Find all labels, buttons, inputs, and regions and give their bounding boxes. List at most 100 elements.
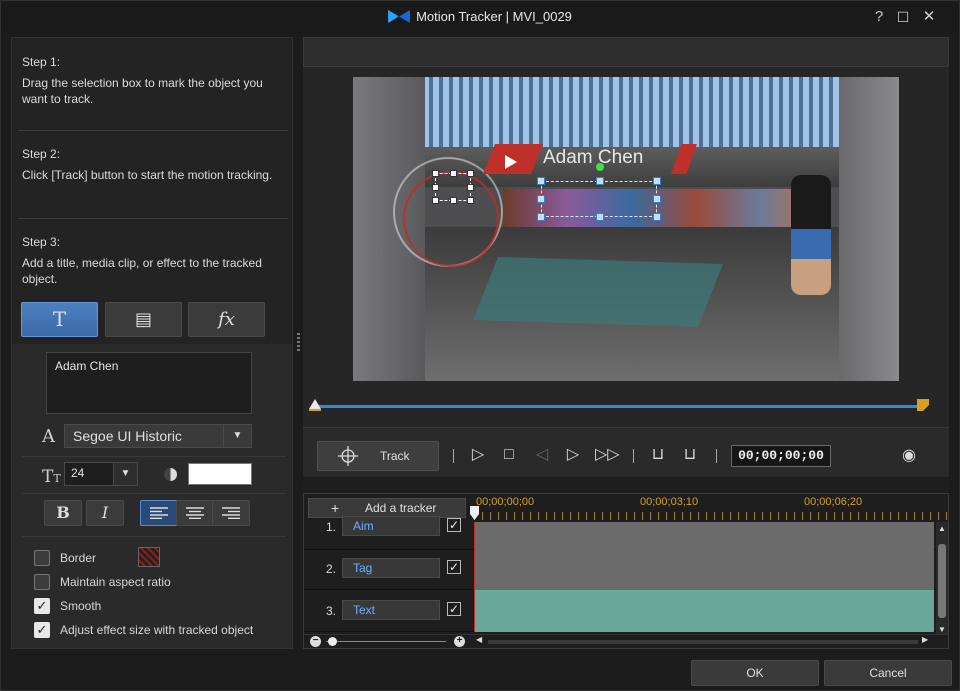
media-clip-tab-button[interactable]: ▤: [105, 302, 182, 337]
chevron-down-icon[interactable]: ▼: [223, 425, 251, 447]
align-left-button[interactable]: [140, 500, 178, 526]
text-color-swatch[interactable]: [188, 463, 252, 485]
preview-view-icon[interactable]: ◉: [897, 445, 921, 465]
divider: [716, 449, 717, 463]
help-button[interactable]: ?: [869, 7, 889, 27]
scroll-up-icon[interactable]: ▲: [938, 524, 946, 533]
zoom-slider[interactable]: [326, 641, 446, 642]
tracker-name[interactable]: Text: [342, 600, 440, 620]
resize-handle[interactable]: [537, 213, 545, 221]
resize-handle[interactable]: [596, 213, 604, 221]
timeline-vertical-scrollbar[interactable]: ▲ ▼: [936, 522, 948, 634]
fast-forward-icon[interactable]: ▷▷: [595, 444, 620, 466]
tracker-clip[interactable]: [474, 550, 934, 590]
scroll-thumb[interactable]: [938, 544, 946, 618]
tracker-name[interactable]: Aim: [342, 516, 440, 536]
video-scene: [423, 77, 893, 151]
border-label: Border: [60, 551, 97, 565]
font-size-select[interactable]: 24 ▼: [64, 462, 138, 486]
maintain-aspect-checkbox[interactable]: [34, 574, 50, 590]
resize-handle[interactable]: [596, 177, 604, 185]
maximize-button[interactable]: ☐: [893, 7, 913, 27]
italic-button[interactable]: I: [86, 500, 124, 526]
previous-frame-icon[interactable]: ◁: [531, 444, 553, 466]
tracking-selection-box[interactable]: [432, 170, 474, 204]
resize-handle[interactable]: [653, 195, 661, 203]
playback-controls: Track ▷ □ ◁ ▷ ▷▷ ⊔ ⊔ 00;00;00;00 ◉: [303, 427, 949, 477]
title-settings: Adam Chen A Segoe UI Historic ▼ TT 24 ▼ …: [12, 344, 292, 648]
resize-handle[interactable]: [537, 195, 545, 203]
next-frame-icon[interactable]: ▷: [562, 444, 584, 466]
align-center-icon: [186, 507, 204, 519]
tracker-clip[interactable]: [474, 522, 934, 550]
preview-range-slider[interactable]: [313, 405, 925, 408]
align-center-button[interactable]: [176, 500, 214, 526]
title-tab-button[interactable]: T: [21, 302, 98, 337]
title-selection-box[interactable]: [537, 177, 661, 221]
effect-tab-button[interactable]: fx: [188, 302, 265, 337]
resize-handle[interactable]: [450, 197, 457, 204]
resize-handle[interactable]: [432, 184, 439, 191]
track-button[interactable]: Track: [317, 441, 439, 471]
resize-handle[interactable]: [537, 177, 545, 185]
range-end-handle[interactable]: [917, 399, 929, 411]
zoom-in-icon[interactable]: +: [454, 636, 465, 647]
resize-handle[interactable]: [653, 213, 661, 221]
smooth-checkbox[interactable]: ✓: [34, 598, 50, 614]
range-start-handle[interactable]: [309, 399, 321, 411]
rotate-handle[interactable]: [596, 163, 604, 171]
tracker-number: 1.: [326, 520, 337, 534]
scroll-right-icon[interactable]: ▶: [922, 635, 928, 644]
title-text-input[interactable]: Adam Chen: [46, 352, 252, 414]
mark-out-icon[interactable]: ⊔: [679, 444, 701, 466]
settings-panel: Step 1: Drag the selection box to mark t…: [11, 37, 293, 649]
chevron-down-icon[interactable]: ▼: [113, 463, 137, 485]
step-1-text: Drag the selection box to mark the objec…: [22, 76, 263, 106]
resize-handle[interactable]: [653, 177, 661, 185]
divider: [22, 536, 286, 537]
tracker-checkbox[interactable]: ✓: [447, 518, 461, 532]
step-3: Step 3: Add a title, media clip, or effe…: [12, 234, 292, 287]
resize-handle[interactable]: [432, 170, 439, 177]
tracker-row-tag[interactable]: 2. Tag ✓: [304, 550, 936, 590]
title-overlay[interactable]: Adam Chen: [483, 141, 697, 175]
tracker-checkbox[interactable]: ✓: [447, 560, 461, 574]
resize-handle[interactable]: [467, 184, 474, 191]
cancel-button[interactable]: Cancel: [824, 660, 952, 686]
stop-icon[interactable]: □: [498, 444, 520, 466]
playhead-icon[interactable]: [470, 506, 479, 520]
panel-resize-handle[interactable]: [297, 333, 300, 353]
timeline-ruler[interactable]: 00;00;00;00 00;00;03;10 00;00;06;20: [470, 494, 948, 522]
opacity-icon[interactable]: [164, 468, 177, 481]
mark-in-icon[interactable]: ⊔: [647, 444, 669, 466]
video-preview[interactable]: Adam Chen: [353, 77, 899, 381]
font-select[interactable]: Segoe UI Historic ▼: [64, 424, 252, 448]
preview-panel: Adam Chen Track ▷ □ ◁ ▷ ▷▷ ⊔ ⊔ 00;00;00;…: [303, 37, 949, 649]
video-scene: [839, 77, 899, 381]
play-icon: [505, 155, 517, 169]
resize-handle[interactable]: [467, 197, 474, 204]
adjust-size-checkbox[interactable]: ✓: [34, 622, 50, 638]
border-checkbox[interactable]: [34, 550, 50, 566]
timeline-horizontal-scrollbar[interactable]: [488, 640, 918, 644]
tracker-row-text[interactable]: 3. Text ✓: [304, 590, 936, 632]
close-button[interactable]: ✕: [919, 7, 939, 27]
tracker-row-aim[interactable]: 1. Aim ✓: [304, 516, 936, 550]
step-1: Step 1: Drag the selection box to mark t…: [12, 54, 292, 107]
zoom-slider-thumb[interactable]: [328, 637, 337, 646]
bold-button[interactable]: B: [44, 500, 82, 526]
resize-handle[interactable]: [450, 170, 457, 177]
tracker-checkbox[interactable]: ✓: [447, 602, 461, 616]
tracker-clip[interactable]: [474, 590, 934, 632]
zoom-out-icon[interactable]: −: [310, 636, 321, 647]
border-style-swatch[interactable]: [138, 547, 160, 567]
scroll-left-icon[interactable]: ◀: [476, 635, 482, 644]
resize-handle[interactable]: [432, 197, 439, 204]
ok-button[interactable]: OK: [691, 660, 819, 686]
add-tracker-button[interactable]: + Add a tracker: [308, 498, 466, 518]
tracker-name[interactable]: Tag: [342, 558, 440, 578]
align-right-button[interactable]: [212, 500, 250, 526]
resize-handle[interactable]: [467, 170, 474, 177]
scroll-down-icon[interactable]: ▼: [938, 625, 946, 634]
play-icon[interactable]: ▷: [467, 444, 489, 466]
